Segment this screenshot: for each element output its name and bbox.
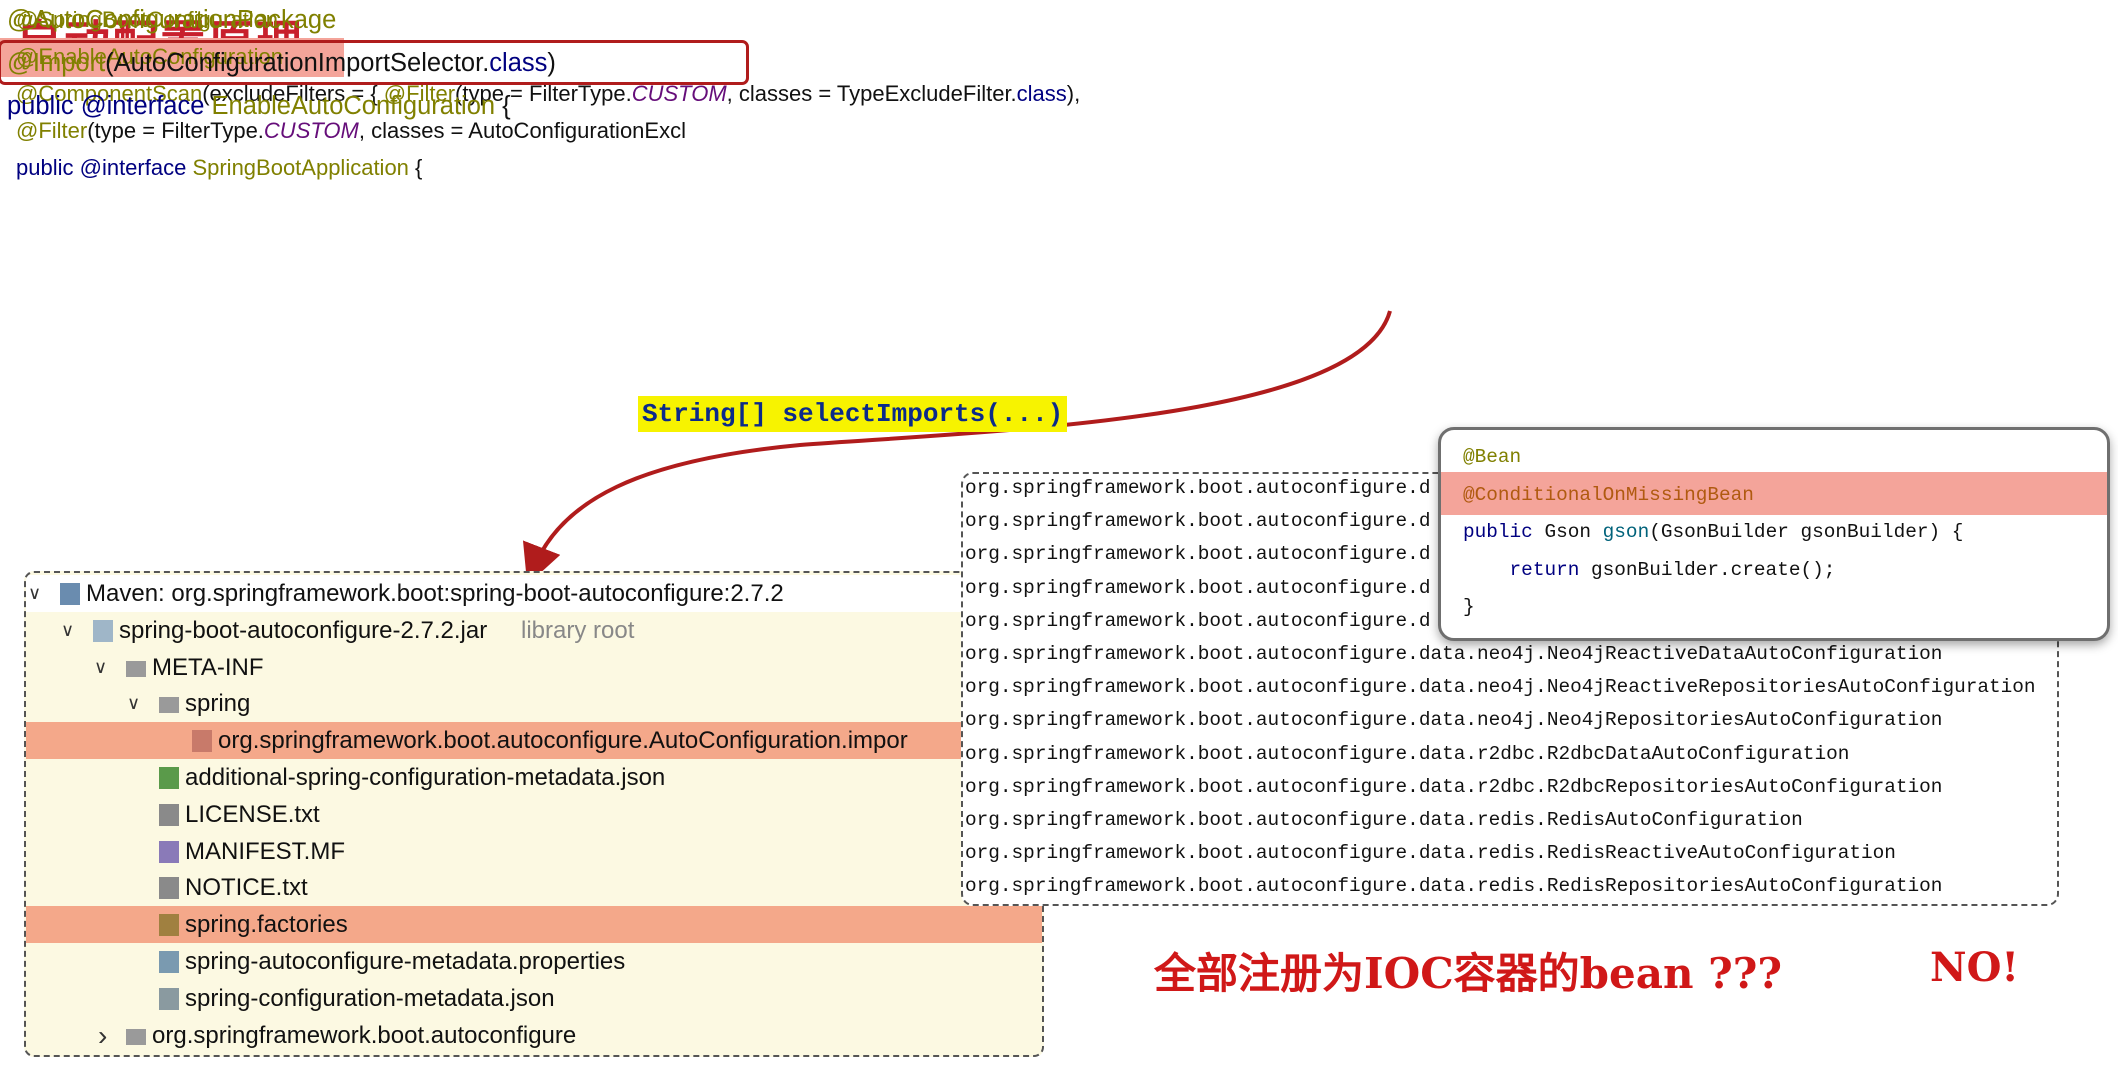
tree-item-label: spring-configuration-metadata.json (185, 984, 555, 1012)
tree-row[interactable]: ∨ spring (26, 685, 1042, 722)
chevron-down-icon[interactable]: ∨ (94, 649, 107, 686)
list-item: org.springframework.boot.autoconfigure.d… (965, 643, 1943, 665)
code-line: public @interface EnableAutoConfiguratio… (7, 84, 511, 128)
code-token: Gson (1532, 521, 1603, 543)
code-line: public Gson gson(GsonBuilder gsonBuilder… (1463, 514, 1963, 551)
text-file-icon (159, 877, 179, 900)
tree-row[interactable]: ∨ META-INF (26, 649, 1042, 686)
tree-item-label: META-INF (152, 653, 264, 681)
tree-item-label: org.springframework.boot.autoconfigure (152, 1021, 577, 1049)
tree-item-label: org.springframework.boot.autoconfigure.A… (218, 727, 908, 755)
tree-row[interactable]: additional-spring-configuration-metadata… (26, 759, 1042, 796)
code-line: @Import(AutoConfigurationImportSelector.… (7, 41, 556, 85)
manifest-file-icon (159, 840, 179, 863)
list-item: org.springframework.boot.autoconfigure.d (965, 510, 1431, 533)
chevron-down-icon[interactable]: ∨ (61, 612, 74, 649)
answer-no: NO! (1930, 944, 2019, 991)
tree-row[interactable]: MANIFEST.MF (26, 833, 1042, 870)
tree-item-label: NOTICE.txt (185, 874, 308, 902)
tree-item-label: Maven: org.springframework.boot:spring-b… (86, 580, 784, 607)
code-token: @Bean (1463, 446, 1522, 468)
code-token: public (1463, 521, 1533, 543)
folder-icon (126, 660, 146, 677)
code-token: @AutoConfigurationPackage (7, 6, 337, 34)
code-token: ) (547, 49, 556, 77)
list-item: org.springframework.boot.autoconfigure.d… (965, 842, 1896, 865)
text-file-icon (159, 803, 179, 826)
chevron-down-icon[interactable]: ∨ (28, 575, 41, 612)
library-root-hint: library root (521, 616, 635, 644)
tree-row[interactable]: LICENSE.txt (26, 796, 1042, 833)
properties-file-icon (159, 951, 179, 973)
code-line: } (1463, 589, 1475, 626)
register-all-question: 全部注册为IOC容器的bean ??? (1154, 949, 1782, 998)
code-token: EnableAutoConfiguration (204, 92, 496, 120)
chevron-down-icon[interactable]: ∨ (127, 685, 140, 722)
list-item: org.springframework.boot.autoconfigure.d (965, 576, 1431, 599)
code-line: @ConditionalOnMissingBean (1463, 477, 1754, 514)
select-imports-label: String[] selectImports(...) (638, 396, 1068, 432)
code-line: @Bean (1463, 439, 1521, 476)
list-item: org.springframework.boot.autoconfigure.d… (965, 809, 1803, 831)
list-item: org.springframework.boot.autoconfigure.d (965, 477, 1431, 499)
tree-row[interactable]: org.springframework.boot.autoconfigure.A… (26, 722, 1042, 760)
code-token: return (1509, 558, 1580, 581)
list-item: org.springframework.boot.autoconfigure.d (965, 609, 1431, 632)
list-item: org.springframework.boot.autoconfigure.d… (965, 875, 1943, 898)
tree-row[interactable]: ∨ spring-boot-autoconfigure-2.7.2.jar libr… (26, 612, 1042, 649)
tree-row[interactable]: › org.springframework.boot.autoconfigure (26, 1017, 1042, 1054)
list-item: org.springframework.boot.autoconfigure.d… (965, 709, 1943, 732)
code-token: { (495, 92, 511, 120)
maven-library-icon (60, 583, 80, 605)
tree-row[interactable]: spring-configuration-metadata.json (26, 980, 1042, 1017)
gson-bean-popup: @Bean @ConditionalOnMissingBean public Gso… (1438, 427, 2110, 641)
code-token: public (7, 92, 74, 120)
folder-icon (159, 697, 179, 714)
jar-icon (93, 619, 113, 642)
code-token: class (489, 49, 548, 77)
code-token: gsonBuilder.create(); (1579, 558, 1836, 581)
tree-item-label: MANIFEST.MF (185, 837, 345, 865)
tree-item-label: LICENSE.txt (185, 800, 320, 828)
tree-row[interactable]: ∨ Maven: org.springframework.boot:spring-… (26, 575, 1042, 612)
json-file-icon (159, 987, 179, 1010)
code-token: } (1463, 596, 1475, 618)
tree-item-label: additional-spring-configuration-metadata… (185, 764, 666, 791)
list-item: org.springframework.boot.autoconfigure.d… (965, 676, 2036, 699)
tree-item-label: spring-autoconfigure-metadata.properties (185, 948, 626, 975)
chevron-right-icon[interactable]: › (98, 1017, 107, 1054)
code-token: @ConditionalOnMissingBean (1463, 483, 1754, 506)
tree-item-label: spring-boot-autoconfigure-2.7.2.jar (119, 616, 488, 644)
list-item: org.springframework.boot.autoconfigure.d… (965, 742, 1850, 765)
tree-row[interactable]: NOTICE.txt (26, 869, 1042, 906)
json-config-file-icon (159, 767, 179, 789)
code-token: @Import (7, 49, 106, 77)
code-line: return gsonBuilder.create(); (1463, 552, 1836, 589)
code-token: (GsonBuilder gsonBuilder) { (1649, 521, 1964, 543)
tree-item-label: spring.factories (185, 911, 348, 939)
code-token: @interface (80, 92, 205, 120)
spring-factories-icon (159, 914, 179, 937)
list-item: org.springframework.boot.autoconfigure.d… (965, 775, 1943, 798)
code-token: gson (1602, 521, 1650, 543)
imports-file-icon (192, 730, 212, 753)
list-item: org.springframework.boot.autoconfigure.d (965, 543, 1431, 566)
project-tree: ∨ Maven: org.springframework.boot:spring-… (24, 571, 1044, 1057)
code-token: (AutoConfigurationImportSelector. (105, 49, 490, 77)
folder-icon (126, 1028, 146, 1045)
tree-row[interactable]: spring-autoconfigure-metadata.properties (26, 943, 1042, 980)
tree-item-label: spring (185, 690, 251, 718)
tree-row[interactable]: spring.factories (26, 906, 1042, 944)
code-line: @AutoConfigurationPackage (7, 0, 336, 42)
